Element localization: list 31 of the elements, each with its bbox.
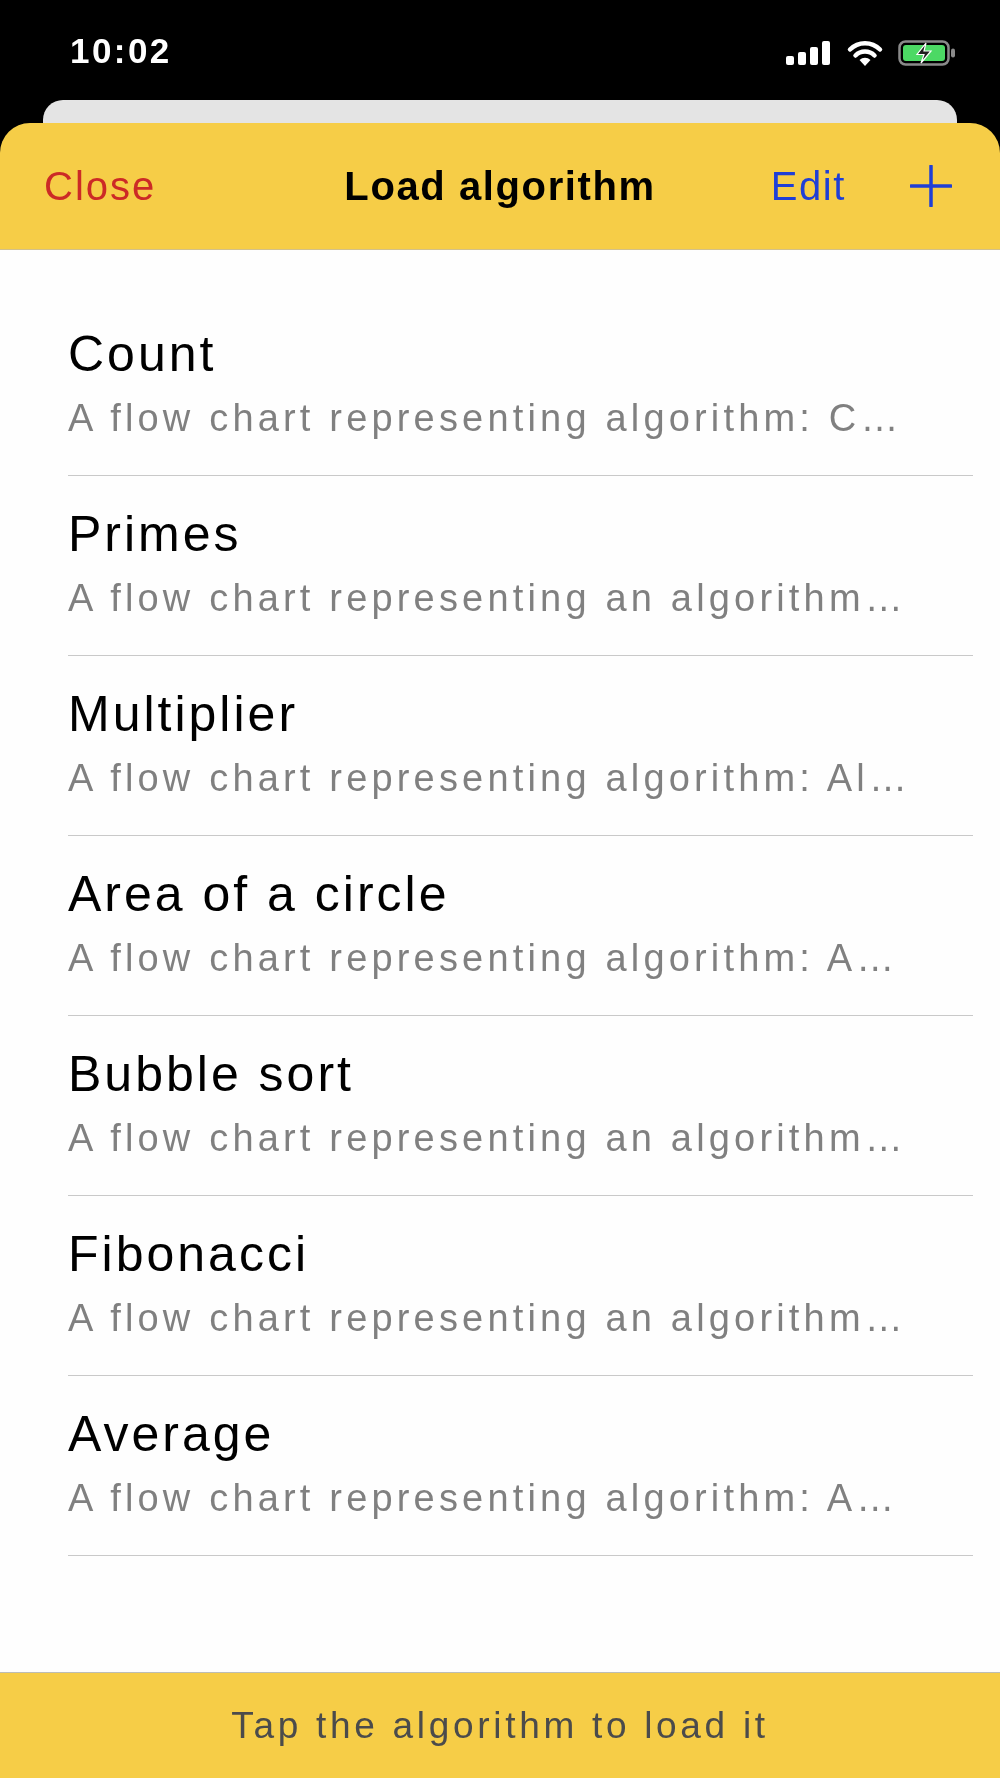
algorithm-row[interactable]: Average A flow chart representing algorithm: A…	[68, 1376, 973, 1556]
algorithm-name: Average	[68, 1405, 275, 1464]
algorithm-name: Multiplier	[68, 685, 299, 744]
algorithm-row[interactable]: Bubble sort A flow chart representing an algorithm…	[68, 1016, 973, 1196]
algorithm-description: A flow chart representing an algorithm…	[68, 1116, 907, 1161]
algorithm-row[interactable]: Fibonacci A flow chart representing an algorithm…	[68, 1196, 973, 1376]
signal-icon	[786, 40, 832, 65]
wifi-icon	[846, 39, 884, 66]
add-button[interactable]	[910, 165, 952, 207]
algorithm-row[interactable]: Area of a circle A flow chart representing algorithm: A…	[68, 836, 973, 1016]
status-time: 10:02	[70, 30, 172, 72]
algorithm-description: A flow chart representing an algorithm…	[68, 1296, 907, 1341]
algorithm-description: A flow chart representing algorithm: Al…	[68, 756, 912, 801]
edit-button[interactable]: Edit	[770, 161, 846, 211]
plus-icon	[910, 165, 952, 207]
battery-icon	[898, 39, 956, 66]
algorithm-name: Fibonacci	[68, 1225, 309, 1284]
algorithm-name: Area of a circle	[68, 865, 450, 924]
algorithm-row[interactable]: Primes A flow chart representing an algorithm…	[68, 476, 973, 656]
algorithm-name: Primes	[68, 505, 242, 564]
algorithm-description: A flow chart representing algorithm: A…	[68, 936, 899, 981]
close-button[interactable]: Close	[44, 161, 157, 211]
algorithm-description: A flow chart representing algorithm: A…	[68, 1476, 899, 1521]
algorithm-name: Count	[68, 325, 217, 384]
hint-text: Tap the algorithm to load it	[231, 1703, 769, 1748]
algorithm-row[interactable]: Multiplier A flow chart representing algorithm: Al…	[68, 656, 973, 836]
algorithm-name: Bubble sort	[68, 1045, 354, 1104]
algorithm-description: A flow chart representing an algorithm…	[68, 576, 907, 621]
sheet-title: Load algorithm	[344, 163, 656, 210]
algorithm-description: A flow chart representing algorithm: C…	[68, 396, 903, 441]
algorithm-row[interactable]: Count A flow chart representing algorithm: C…	[68, 296, 973, 476]
